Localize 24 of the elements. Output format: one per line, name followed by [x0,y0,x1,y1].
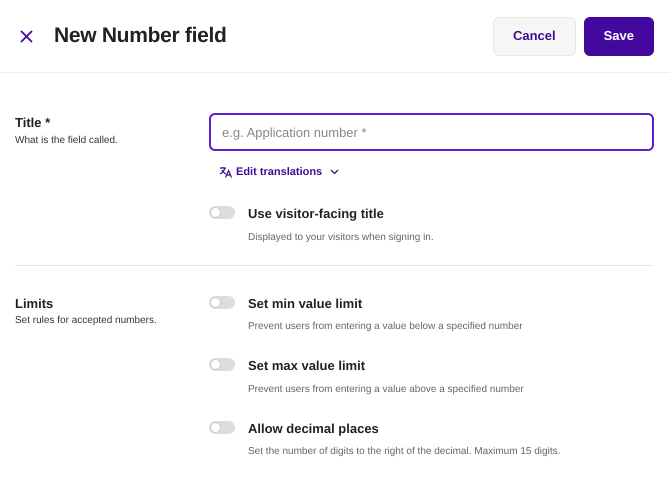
close-icon[interactable] [20,30,33,42]
edit-translations-link[interactable]: Edit translations [219,164,340,180]
option-description: Set the number of digits to the right of the decimal. Maximum 15 digits. [248,445,560,459]
section-description: What is the field called. [15,134,119,148]
section-description: Set rules for accepted numbers. [15,314,158,328]
title-input-field[interactable]: e.g. Application number * [209,113,654,151]
toggle-switch[interactable] [209,358,235,371]
option-description: Prevent users from entering a value below a specified number [248,320,523,334]
option-label: Set max value limit [248,357,366,375]
translate-icon [219,166,232,178]
chevron-down-icon [330,169,340,175]
option-description: Displayed to your visitors when signing in. [248,230,434,244]
page-title: New Number field [54,23,227,49]
option-label: Set min value limit [248,294,364,312]
section-title: Title * [15,114,52,132]
option-label: Use visitor-facing title [248,205,385,223]
option-label: Allow decimal places [248,420,380,438]
toggle-switch[interactable] [209,296,235,308]
cancel-button[interactable]: Cancel [492,16,576,56]
save-button[interactable]: Save [584,16,654,56]
section-title: Limits [15,294,54,312]
option-description: Prevent users from entering a value above a specified number [248,382,524,396]
toggle-switch[interactable] [209,206,235,219]
toggle-switch[interactable] [209,420,235,434]
